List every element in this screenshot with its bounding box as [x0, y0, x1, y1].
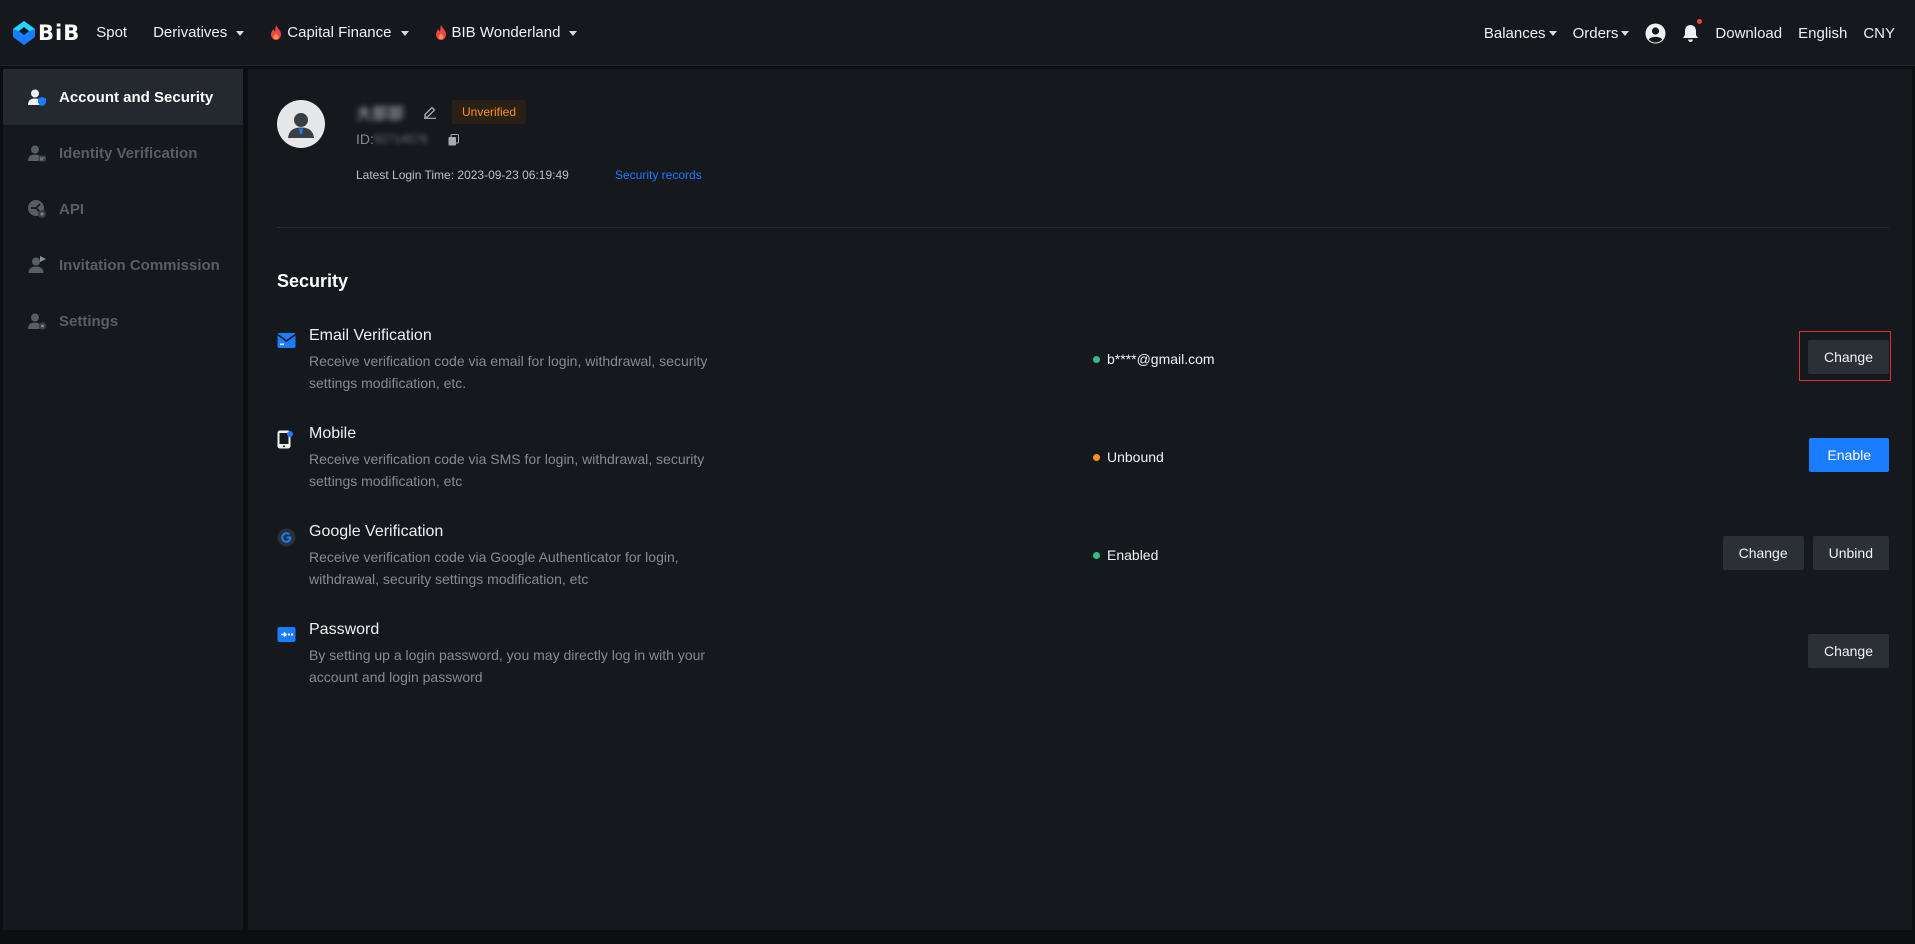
nav-spot-label: Spot — [96, 24, 128, 41]
bell-icon — [1683, 24, 1699, 42]
security-section-title: Security — [277, 271, 349, 291]
nav-balances[interactable]: Balances — [1484, 25, 1557, 42]
row-title: Password — [309, 621, 380, 638]
password-icon — [277, 626, 297, 646]
api-icon — [26, 198, 48, 220]
mobile-phone-icon — [277, 430, 297, 450]
username: 大部部 — [356, 106, 405, 123]
sidebar-item-label: Invitation Commission — [59, 256, 220, 274]
top-navigation-bar: BiB Spot Derivatives Capital Finance BIB… — [0, 0, 1915, 66]
copy-icon[interactable] — [448, 133, 459, 151]
sidebar: Account and Security Identity Verificati… — [3, 69, 243, 930]
sidebar-item-label: Settings — [59, 312, 119, 330]
status-dot — [1093, 551, 1100, 559]
row-status: Enabled — [1093, 547, 1158, 563]
nav-spot[interactable]: Spot — [96, 24, 127, 41]
row-status-text: Enabled — [1107, 547, 1159, 563]
main-nav: Spot Derivatives Capital Finance BIB Won… — [96, 24, 603, 41]
row-actions: Enable — [1800, 438, 1889, 472]
nav-orders[interactable]: Orders — [1573, 25, 1630, 42]
row-description: Receive verification code via Google Aut… — [309, 549, 679, 587]
status-dot — [1093, 453, 1100, 461]
nav-download[interactable]: Download — [1715, 25, 1782, 42]
row-title: Email Verification — [309, 327, 432, 344]
account-avatar-button[interactable] — [1645, 23, 1666, 44]
account-security-panel: 大部部 Unverified ID: 92714578 Latest Login… — [248, 69, 1912, 930]
row-status: b****@gmail.com — [1093, 351, 1215, 367]
row-description: By setting up a login password, you may … — [309, 647, 706, 685]
logo-text: BiB — [38, 20, 81, 45]
email-icon — [277, 332, 297, 352]
nav-capital-finance-label: Capital Finance — [287, 24, 392, 41]
chevron-down-icon — [236, 30, 245, 36]
nav-right: Balances Orders Download English CNY — [1468, 0, 1895, 66]
nav-currency[interactable]: CNY — [1863, 25, 1895, 42]
email-change-button[interactable]: Change — [1807, 340, 1889, 374]
security-row-google: Google Verification Receive verification… — [277, 523, 1889, 595]
security-row-password: Password By setting up a login password,… — [277, 621, 1889, 693]
chevron-down-icon — [569, 30, 578, 36]
nav-currency-label: CNY — [1863, 24, 1895, 42]
nav-bib-wonderland[interactable]: BIB Wonderland — [435, 24, 578, 41]
nav-language[interactable]: English — [1798, 25, 1847, 42]
status-badge: Unverified — [452, 100, 527, 124]
user-circle-icon — [1645, 23, 1666, 43]
row-status-text: b****@gmail.com — [1107, 351, 1215, 367]
row-actions: Change — [1799, 634, 1889, 668]
sidebar-item-label: Identity Verification — [59, 144, 198, 162]
fire-icon — [270, 25, 282, 40]
nav-capital-finance[interactable]: Capital Finance — [270, 24, 409, 41]
google-unbind-button[interactable]: Unbind — [1812, 536, 1889, 570]
sidebar-item-settings[interactable]: Settings — [3, 293, 243, 349]
settings-user-icon — [26, 310, 48, 332]
status-dot — [1093, 355, 1100, 363]
latest-login-time: Latest Login Time: 2023-09-23 06:19:49 — [356, 168, 569, 182]
chevron-down-icon — [1548, 31, 1557, 36]
chevron-down-icon — [1621, 31, 1630, 36]
row-title: Mobile — [309, 425, 357, 442]
row-status-text: Unbound — [1107, 449, 1164, 465]
sidebar-item-label: API — [59, 200, 85, 218]
notification-dot — [1697, 18, 1703, 24]
nav-derivatives-label: Derivatives — [153, 24, 228, 41]
sidebar-item-account-security[interactable]: Account and Security — [3, 69, 243, 125]
default-avatar-icon — [288, 113, 314, 138]
row-description: Receive verification code via SMS for lo… — [309, 451, 705, 489]
google-change-button[interactable]: Change — [1722, 536, 1804, 570]
nav-download-label: Download — [1715, 24, 1783, 42]
notifications-button[interactable] — [1682, 18, 1703, 43]
uid-value: 92714578 — [374, 132, 428, 146]
security-row-email: Email Verification Receive verification … — [277, 327, 1891, 399]
row-title: Google Verification — [309, 523, 444, 540]
mobile-enable-button[interactable]: Enable — [1809, 438, 1889, 472]
row-actions: Change — [1799, 340, 1889, 374]
nav-language-label: English — [1798, 24, 1848, 42]
edit-nickname-icon[interactable] — [423, 105, 437, 124]
id-user-icon — [26, 142, 48, 164]
password-change-button[interactable]: Change — [1807, 634, 1889, 668]
user-shield-icon — [26, 86, 48, 108]
row-description: Receive verification code via email for … — [309, 353, 708, 391]
invite-user-icon — [26, 254, 48, 276]
sidebar-item-identity-verification[interactable]: Identity Verification — [3, 125, 243, 181]
sidebar-item-invitation-commission[interactable]: Invitation Commission — [3, 237, 243, 293]
bib-logo-icon — [13, 20, 35, 45]
nav-balances-label: Balances — [1483, 24, 1546, 42]
fire-icon — [435, 25, 447, 40]
google-authenticator-icon — [277, 528, 297, 548]
bib-logo[interactable]: BiB — [13, 18, 80, 48]
chevron-down-icon — [400, 30, 409, 36]
divider — [277, 227, 1889, 228]
row-status: Unbound — [1093, 449, 1164, 465]
security-row-mobile: Mobile Receive verification code via SMS… — [277, 425, 1889, 497]
nav-derivatives[interactable]: Derivatives — [153, 24, 245, 41]
row-actions: Change Unbind — [1714, 536, 1889, 570]
nav-orders-label: Orders — [1572, 24, 1619, 42]
security-records-link[interactable]: Security records — [615, 168, 702, 182]
avatar — [277, 100, 325, 148]
nav-bib-wonderland-label: BIB Wonderland — [451, 24, 561, 41]
sidebar-item-label: Account and Security — [59, 88, 214, 106]
sidebar-item-api[interactable]: API — [3, 181, 243, 237]
uid-label: ID: — [356, 131, 374, 147]
